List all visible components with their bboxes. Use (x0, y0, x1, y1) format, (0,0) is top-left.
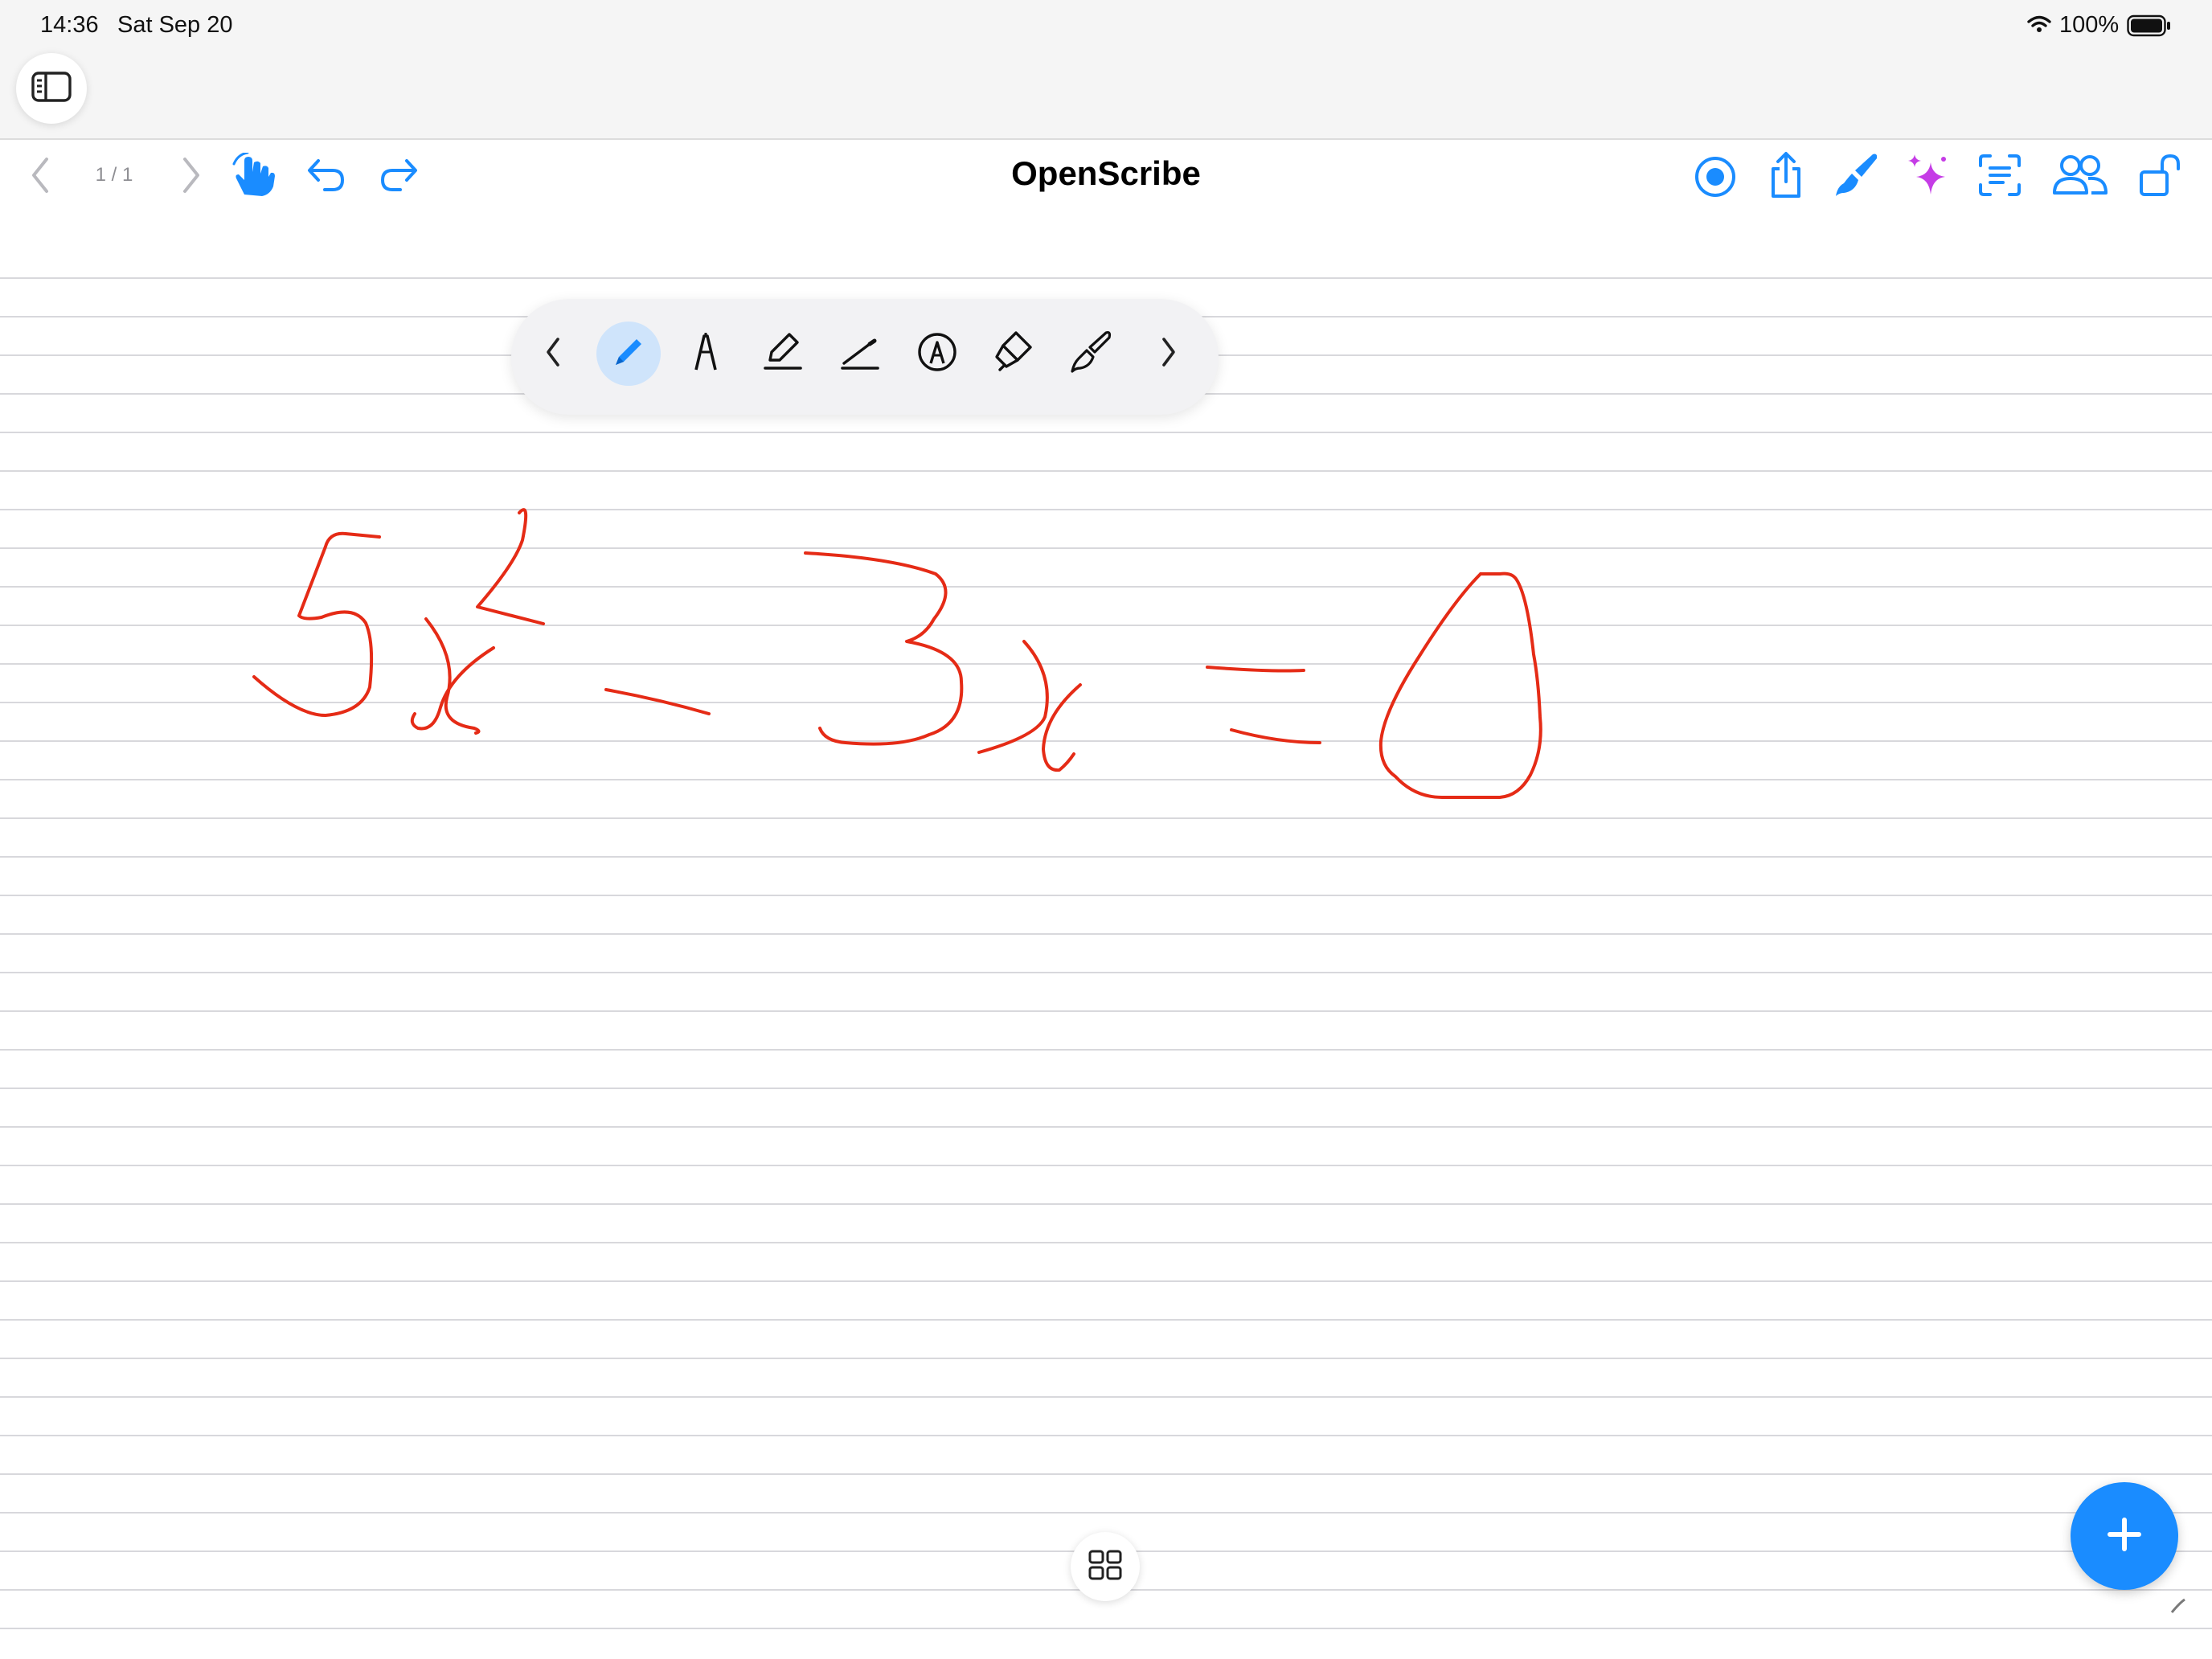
battery-icon (2127, 14, 2172, 41)
text-recognition-button[interactable] (1974, 151, 2026, 203)
redo-icon (378, 156, 420, 199)
chevron-right-icon (180, 156, 203, 199)
chevron-left-icon (543, 336, 563, 372)
previous-page-button[interactable] (21, 153, 59, 201)
hand-pointer-icon (230, 151, 278, 202)
ink-digit-0 (1378, 571, 1542, 799)
share-icon (1767, 151, 1805, 205)
handwritten-equation (252, 508, 1542, 799)
sidebar-toggle-button[interactable] (16, 53, 87, 124)
record-icon (1693, 154, 1738, 203)
ink-x2-stroke-2 (1042, 683, 1082, 772)
status-bar: 14:36 Sat Sep 20 100% (0, 0, 2212, 51)
collaborators-button[interactable] (2050, 151, 2111, 203)
page-indicator: 1 / 1 (95, 164, 133, 186)
battery-percent: 100% (2059, 12, 2120, 38)
fountain-pen-icon (688, 331, 723, 377)
ruler-pen-tool[interactable] (828, 322, 892, 386)
sidebar-icon (31, 71, 72, 107)
marker-circle-icon (916, 331, 958, 377)
brush-tool-button[interactable] (1829, 150, 1884, 204)
plus-icon (2105, 1515, 2144, 1558)
people-icon (2051, 153, 2109, 202)
grid-icon (1088, 1549, 1123, 1585)
ink-digit-5 (252, 531, 381, 717)
touch-mode-button[interactable] (228, 151, 280, 203)
next-page-button[interactable] (172, 153, 211, 201)
pen-toolbar-scroll-left[interactable] (521, 322, 585, 386)
ink-x-stroke-2 (410, 646, 495, 731)
undo-button[interactable] (302, 153, 350, 201)
share-button[interactable] (1760, 150, 1812, 206)
page-overview-button[interactable] (1071, 1532, 1140, 1601)
brush-icon (1069, 330, 1114, 379)
ink-exponent-2 (476, 508, 545, 625)
ruled-paper-canvas[interactable] (0, 241, 2212, 1659)
document-title[interactable]: OpenScribe (945, 154, 1267, 193)
add-button[interactable] (2071, 1482, 2178, 1590)
status-time: 14:36 (40, 12, 99, 38)
marker-tool[interactable] (905, 322, 969, 386)
ink-digit-3 (804, 551, 964, 746)
ink-x-stroke-1 (424, 617, 481, 735)
brush-tool[interactable] (1059, 322, 1124, 386)
lock-toggle-button[interactable] (2135, 151, 2186, 203)
eraser-icon (993, 330, 1035, 379)
pencil-icon (609, 333, 648, 375)
highlighter-tool[interactable] (751, 322, 815, 386)
ink-equals-top (1206, 666, 1305, 673)
fountain-pen-tool[interactable] (674, 322, 738, 386)
pen-line-icon (838, 331, 883, 377)
wifi-icon (2027, 14, 2051, 38)
unlock-icon (2138, 153, 2183, 202)
pen-toolbar (511, 299, 1219, 415)
chevron-left-icon (29, 156, 51, 199)
highlighter-icon (760, 331, 805, 377)
status-date: Sat Sep 20 (117, 12, 233, 38)
pen-tool-selected[interactable] (596, 322, 661, 386)
pen-toolbar-scroll-right[interactable] (1137, 322, 1201, 386)
redo-button[interactable] (375, 153, 423, 201)
sparkles-icon (1905, 151, 1953, 203)
record-button[interactable] (1690, 153, 1741, 204)
undo-icon (305, 156, 347, 199)
paintbrush-icon (1833, 151, 1881, 203)
ai-assist-button[interactable] (1902, 150, 1956, 204)
ink-x2-stroke-1 (977, 640, 1049, 754)
resize-corner-mark (2170, 1598, 2185, 1613)
text-scan-icon (1977, 153, 2022, 202)
eraser-tool[interactable] (982, 322, 1047, 386)
chevron-right-icon (1159, 336, 1178, 372)
